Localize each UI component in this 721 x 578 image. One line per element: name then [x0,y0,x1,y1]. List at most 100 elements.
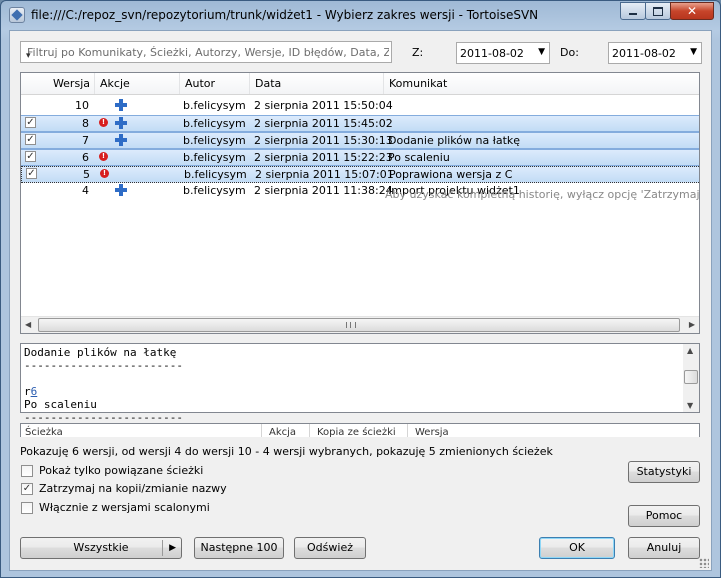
filter-dropdown-icon[interactable] [24,46,34,61]
date-cell: 2 sierpnia 2011 11:38:24 [254,184,393,197]
conflict-icon: ! [99,152,108,161]
message-cell: Dodanie plików na łatkę [388,134,521,147]
row-checkbox[interactable]: ✓ [25,134,36,145]
column-header-date[interactable]: Data [250,73,384,94]
revision-link[interactable]: 6 [31,385,38,398]
minimize-button[interactable] [620,2,646,20]
revision-cell: 7 [82,134,89,147]
column-header-author[interactable]: Autor [180,73,250,94]
scroll-right-icon[interactable]: ▶ [689,320,695,329]
log-row[interactable]: ✓ 8! b.felicysym 2 sierpnia 2011 15:45:02 [21,115,699,132]
row-checkbox[interactable]: ✓ [25,151,36,162]
checkbox-label: Włącznie z wersjami scalonymi [39,501,210,514]
author-cell: b.felicysym [184,168,247,181]
from-date-value: 2011-08-02 [460,47,524,60]
log-row[interactable]: ✓ 6! b.felicysym 2 sierpnia 2011 15:22:23 Po… [21,149,699,166]
scroll-left-icon[interactable]: ◀ [25,320,31,329]
close-icon: ✕ [686,4,698,18]
date-cell: 2 sierpnia 2011 15:07:01 [255,168,394,181]
chevron-down-icon: ▼ [690,47,697,57]
changed-paths-list[interactable]: Ścieżka Akcja Kopia ze ścieżki Wersja [20,423,700,437]
column-header-path-revision[interactable]: Wersja [415,427,449,437]
column-header-revision[interactable]: Wersja [21,73,95,94]
log-message-pane[interactable]: Dodanie plików na łatkę ----------------… [20,343,700,424]
revision-cell: 10 [75,99,89,112]
resize-grip-icon[interactable] [699,558,709,568]
column-header-path[interactable]: Ścieżka [25,427,63,437]
message-line: Dodanie plików na łatkę [24,346,177,359]
message-cell: Po scaleniu [388,151,450,164]
statistics-button[interactable]: Statystyki [628,461,700,483]
row-checkbox[interactable]: ✓ [26,168,37,179]
column-header-message[interactable]: Komunikat [384,73,699,94]
added-icon [115,99,127,111]
checkbox-label: Pokaż tylko powiązane ścieżki [39,464,204,477]
log-row[interactable]: 10 b.felicysym 2 sierpnia 2011 15:50:04 [21,98,699,114]
revision-cell: 6 [82,151,89,164]
scroll-up-icon[interactable]: ▲ [687,346,693,355]
split-divider [162,540,163,556]
column-divider [261,424,262,437]
dialog-window: file:///C:/repoz_svn/repozytorium/trunk/… [0,0,721,578]
author-cell: b.felicysym [183,134,246,147]
conflict-icon: ! [100,169,109,178]
to-date-picker[interactable]: 2011-08-02 ▼ [608,42,702,64]
scroll-down-icon[interactable]: ▼ [687,401,693,410]
log-message-text[interactable]: Dodanie plików na łatkę ----------------… [24,346,674,424]
scroll-thumb[interactable] [684,370,698,384]
checkbox-label: Zatrzymaj na kopii/zmianie nazwy [39,482,227,495]
title-bar[interactable]: file:///C:/repoz_svn/repozytorium/trunk/… [1,1,720,29]
refresh-button[interactable]: Odśwież [294,537,366,559]
author-cell: b.felicysym [183,151,246,164]
show-all-split-button[interactable]: Wszystkie ▶ [20,537,182,559]
revision-cell: 5 [83,168,90,181]
date-cell: 2 sierpnia 2011 15:50:04 [254,99,393,112]
column-header-action[interactable]: Akcja [269,427,296,437]
added-icon [115,134,127,146]
tortoisesvn-app-icon[interactable] [9,7,25,23]
log-row[interactable]: ✓ 5! b.felicysym 2 sierpnia 2011 15:07:01 Po… [21,166,699,183]
checkbox-box[interactable] [21,465,33,477]
log-header: Wersja Akcje Autor Data Komunikat [21,73,699,95]
row-checkbox[interactable]: ✓ [25,117,36,128]
help-button[interactable]: Pomoc [628,505,700,527]
ok-button[interactable]: OK [539,537,615,559]
added-icon [115,184,127,196]
filter-input[interactable]: Filtruj po Komunikaty, Ścieżki, Autorzy,… [20,41,392,63]
message-line: r [24,385,31,398]
grip-icon [346,322,356,328]
play-arrow-icon[interactable]: ▶ [169,538,176,558]
revision-log-list[interactable]: Wersja Akcje Autor Data Komunikat 10 b.fe… [20,72,700,334]
conflict-icon: ! [99,118,108,127]
message-line: Po scaleniu [24,398,97,411]
author-cell: b.felicysym [183,99,246,112]
author-cell: b.felicysym [183,184,246,197]
column-header-copy-from[interactable]: Kopia ze ścieżki [317,427,396,437]
added-icon [115,117,127,129]
window-controls: ✕ [620,2,714,20]
minimize-icon [629,13,637,15]
chevron-down-icon: ▼ [538,47,545,57]
to-date-label: Do: [560,46,579,59]
from-date-label: Z: [412,46,424,59]
author-cell: b.felicysym [183,117,246,130]
checkbox-box[interactable] [21,502,33,514]
message-line: ------------------------ [24,359,183,372]
scroll-thumb[interactable] [38,318,680,332]
to-date-value: 2011-08-02 [612,47,676,60]
date-cell: 2 sierpnia 2011 15:22:23 [254,151,393,164]
revision-cell: 8 [82,117,89,130]
column-header-actions[interactable]: Akcje [95,73,180,94]
cancel-button[interactable]: Anuluj [628,537,700,559]
log-row[interactable]: ✓ 7 b.felicysym 2 sierpnia 2011 15:30:13 Dod… [21,132,699,149]
message-vertical-scrollbar[interactable]: ▲ ▼ [683,344,699,412]
maximize-button[interactable] [645,2,671,20]
close-button[interactable]: ✕ [670,2,714,20]
filter-placeholder: Filtruj po Komunikaty, Ścieżki, Autorzy,… [27,46,389,59]
window-title: file:///C:/repoz_svn/repozytorium/trunk/… [31,8,539,22]
log-horizontal-scrollbar[interactable]: ◀ ▶ [21,316,699,333]
checkbox-box[interactable]: ✓ [21,483,33,495]
status-text: Pokazuję 6 wersji, od wersji 4 do wersji… [20,445,553,458]
from-date-picker[interactable]: 2011-08-02 ▼ [456,42,550,64]
next-100-button[interactable]: Następne 100 [194,537,284,559]
